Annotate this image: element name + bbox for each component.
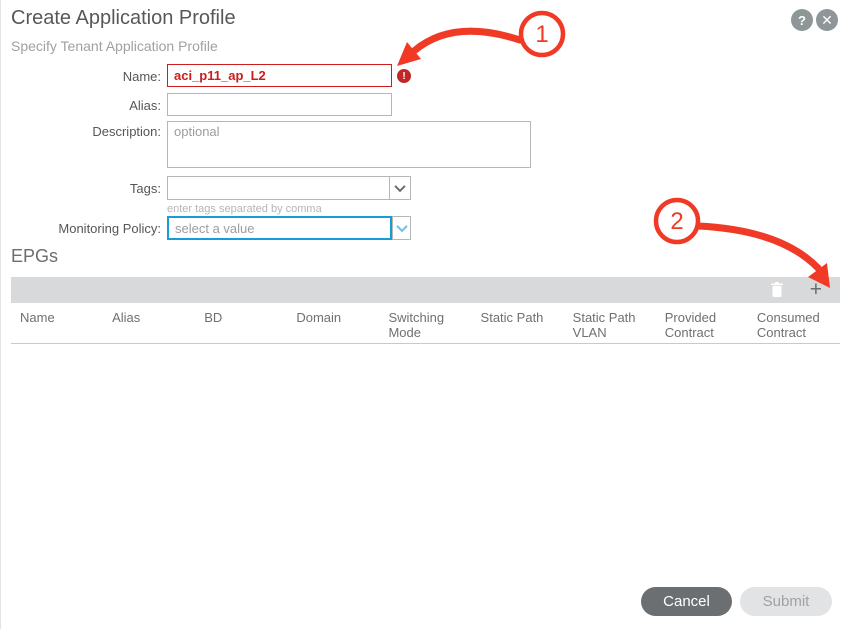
tags-hint: enter tags separated by comma bbox=[167, 203, 322, 215]
cancel-button[interactable]: Cancel bbox=[641, 587, 732, 616]
page-subtitle: Specify Tenant Application Profile bbox=[11, 38, 218, 54]
epgs-section-heading: EPGs bbox=[11, 246, 58, 267]
name-input[interactable] bbox=[167, 64, 392, 87]
epgs-table-header: Name Alias BD Domain Switching Mode Stat… bbox=[11, 303, 840, 344]
description-label: Description: bbox=[1, 124, 161, 139]
column-header-static-path: Static Path bbox=[472, 303, 564, 343]
error-icon: ! bbox=[397, 69, 411, 83]
column-header-provided-contract: Provided Contract bbox=[656, 303, 748, 343]
add-epg-button[interactable]: + bbox=[810, 281, 822, 299]
monitoring-policy-input[interactable] bbox=[167, 216, 392, 240]
column-header-static-path-vlan: Static Path VLAN bbox=[564, 303, 656, 343]
tags-label: Tags: bbox=[1, 181, 161, 196]
description-input[interactable] bbox=[167, 121, 531, 168]
column-header-name: Name bbox=[11, 303, 103, 343]
chevron-down-icon bbox=[396, 221, 407, 232]
help-icon[interactable]: ? bbox=[791, 9, 813, 31]
page-title: Create Application Profile bbox=[11, 7, 236, 30]
monitoring-policy-label: Monitoring Policy: bbox=[1, 221, 161, 236]
alias-label: Alias: bbox=[1, 98, 161, 113]
monitoring-policy-dropdown-button[interactable] bbox=[392, 216, 411, 240]
column-header-domain: Domain bbox=[287, 303, 379, 343]
annotation-number-1: 1 bbox=[535, 21, 548, 48]
annotation-arrow-2: 2 bbox=[656, 200, 830, 288]
chevron-down-icon bbox=[394, 181, 405, 192]
column-header-switching-mode: Switching Mode bbox=[379, 303, 471, 343]
column-header-consumed-contract: Consumed Contract bbox=[748, 303, 840, 343]
column-header-alias: Alias bbox=[103, 303, 195, 343]
close-icon[interactable]: ✕ bbox=[816, 9, 838, 31]
submit-button[interactable]: Submit bbox=[740, 587, 832, 616]
tags-dropdown-button[interactable] bbox=[389, 176, 411, 200]
column-header-bd: BD bbox=[195, 303, 287, 343]
annotation-arrow-1: 1 bbox=[397, 13, 563, 66]
delete-epg-button[interactable] bbox=[770, 282, 784, 298]
alias-input[interactable] bbox=[167, 93, 392, 116]
monitoring-policy-combo bbox=[167, 216, 411, 240]
epgs-toolbar: + bbox=[11, 277, 840, 303]
plus-icon: + bbox=[810, 281, 822, 299]
tags-combo bbox=[167, 176, 411, 200]
name-label: Name: bbox=[1, 69, 161, 84]
tags-input[interactable] bbox=[167, 176, 389, 200]
annotation-number-2: 2 bbox=[670, 208, 683, 235]
trash-icon bbox=[770, 282, 784, 298]
